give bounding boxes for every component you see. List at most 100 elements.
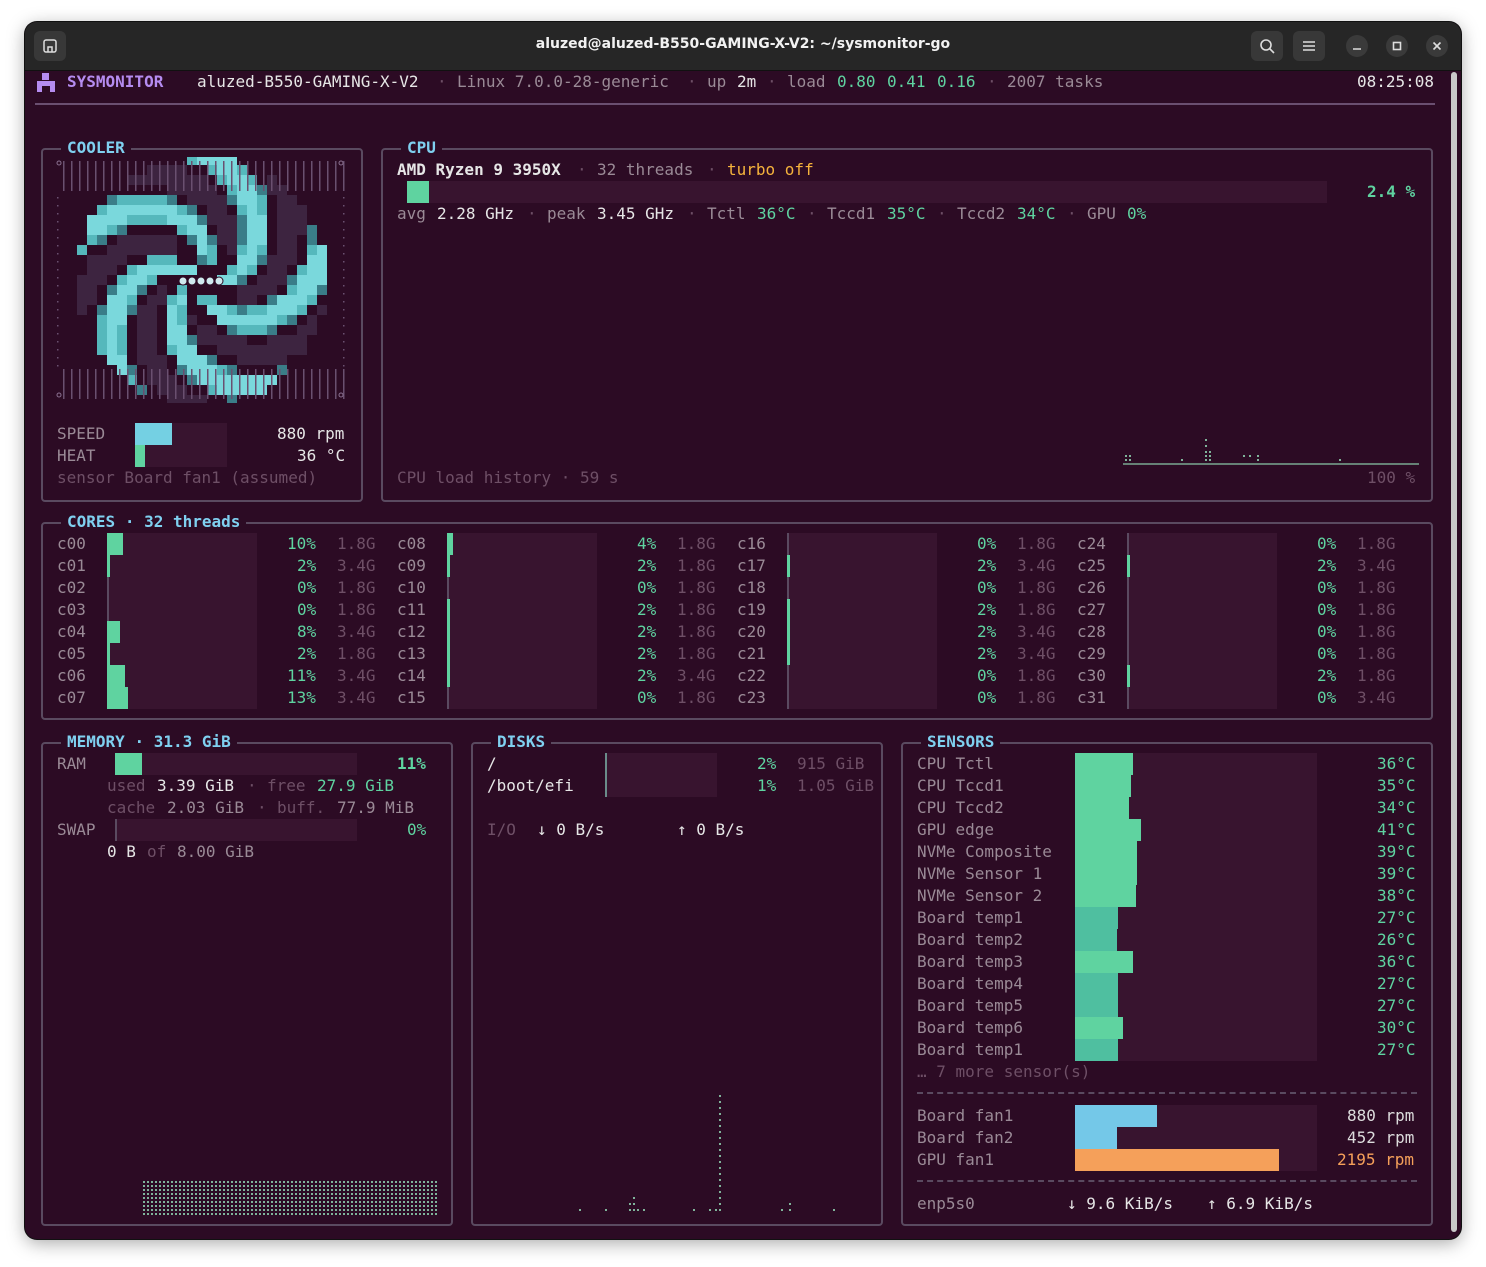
cores-title-text: CORES (67, 512, 116, 531)
load-15m: 0.16 (937, 72, 976, 91)
core-bar-track (787, 577, 937, 599)
menu-button[interactable] (1293, 31, 1325, 61)
core-percent: 2% (1317, 666, 1337, 685)
core-name: c08 (397, 534, 426, 553)
core-freq: 1.8G (1357, 600, 1396, 619)
sensor-bar (1075, 1039, 1118, 1061)
used-value: 3.39 GiB (157, 776, 235, 795)
core-percent: 2% (1317, 556, 1337, 575)
cpu-usage-track (407, 181, 1327, 203)
hamburger-icon (1303, 41, 1315, 51)
core-name: c19 (737, 600, 766, 619)
sensor-value: 35°C (1377, 776, 1416, 795)
swap-label: SWAP (57, 820, 96, 839)
swap-used: 0 B (107, 842, 136, 861)
core-bar (787, 577, 789, 599)
io-write: ↑ 0 B/s (677, 820, 745, 839)
core-bar (107, 621, 120, 643)
fan-bar (1075, 1149, 1279, 1171)
terminal-content: SYSMONITOR aluzed-B550-GAMING-X-V2 · Lin… (25, 71, 1461, 1239)
core-bar (107, 687, 128, 709)
core-name: c10 (397, 578, 426, 597)
tccd2-label: Tccd2 (957, 204, 1006, 223)
core-percent: 2% (637, 556, 657, 575)
core-freq: 1.8G (1357, 666, 1396, 685)
core-bar-track (447, 665, 597, 687)
core-bar (1127, 533, 1129, 555)
pause-key[interactable]: p (187, 1237, 197, 1239)
core-bar-track (1127, 599, 1277, 621)
quit-label: quit (77, 1237, 116, 1239)
sensor-name: CPU Tctl (917, 754, 995, 773)
core-freq: 1.8G (337, 644, 376, 663)
close-icon (1432, 41, 1442, 51)
kernel-version: Linux 7.0.0-28-generic (457, 72, 669, 91)
fan-name: Board fan1 (917, 1106, 1014, 1125)
sensor-value: 39°C (1377, 842, 1416, 861)
separator: · (257, 798, 267, 817)
search-button[interactable] (1251, 31, 1283, 61)
core-freq: 3.4G (1357, 556, 1396, 575)
sensor-bar (1075, 775, 1131, 797)
fan-bar (1075, 1127, 1117, 1149)
memory-title-text: MEMORY (67, 732, 125, 751)
core-bar-track (787, 533, 937, 555)
maximize-button[interactable] (1386, 35, 1408, 57)
sensor-name: NVMe Sensor 2 (917, 886, 1043, 905)
core-percent: 0% (977, 578, 997, 597)
io-read: ↓ 0 B/s (537, 820, 605, 839)
core-name: c11 (397, 600, 426, 619)
core-bar (447, 665, 450, 687)
core-bar (787, 533, 789, 555)
minimize-button[interactable] (1346, 35, 1368, 57)
tctl-label: Tctl (707, 204, 746, 223)
core-bar (107, 555, 110, 577)
quit-key[interactable]: q (57, 1237, 67, 1239)
title-bar: aluzed@aluzed-B550-GAMING-X-V2: ~/sysmon… (25, 22, 1461, 71)
sensor-name: CPU Tccd2 (917, 798, 1004, 817)
separator: · (807, 204, 817, 223)
core-name: c06 (57, 666, 86, 685)
core-bar (1127, 687, 1129, 709)
core-bar-track (107, 577, 257, 599)
tctl-value: 36°C (757, 204, 796, 223)
core-bar (107, 665, 125, 687)
core-name: c14 (397, 666, 426, 685)
disk-mount: /boot/efi (487, 776, 574, 795)
load-5m: 0.41 (887, 72, 926, 91)
clock: 08:25:08 (1357, 72, 1435, 91)
core-bar (447, 599, 450, 621)
core-name: c01 (57, 556, 86, 575)
cpu-history-max: 100 % (1367, 468, 1416, 487)
avg-freq: 2.28 GHz (437, 204, 515, 223)
cpu-usage-value: 2.4 % (1367, 182, 1416, 201)
turbo-status: turbo off (727, 160, 814, 179)
separator: · (134, 732, 145, 751)
fan-value: 2195 rpm (1337, 1150, 1415, 1169)
core-freq: 1.8G (1357, 622, 1396, 641)
core-name: c17 (737, 556, 766, 575)
sensor-value: 36°C (1377, 754, 1416, 773)
core-bar-track (447, 687, 597, 709)
core-bar (1127, 555, 1130, 577)
core-freq: 3.4G (1017, 644, 1056, 663)
heat-bar-track (135, 445, 227, 467)
sensor-bar (1075, 797, 1129, 819)
core-bar (787, 621, 790, 643)
core-bar-track (447, 621, 597, 643)
close-button[interactable] (1426, 35, 1448, 57)
scrollbar[interactable] (1451, 72, 1457, 1232)
core-freq: 1.8G (1017, 600, 1056, 619)
cpu-history-label: CPU load history · 59 s (397, 468, 619, 487)
core-name: c20 (737, 622, 766, 641)
task-count: 2007 tasks (1007, 72, 1104, 91)
core-bar (787, 687, 789, 709)
core-bar (447, 533, 453, 555)
uptime-value: 2m (737, 72, 757, 91)
core-freq: 1.8G (1357, 578, 1396, 597)
tccd2-value: 34°C (1017, 204, 1056, 223)
core-name: c16 (737, 534, 766, 553)
separator: · (1067, 204, 1077, 223)
core-bar (447, 621, 450, 643)
core-freq: 3.4G (337, 688, 376, 707)
